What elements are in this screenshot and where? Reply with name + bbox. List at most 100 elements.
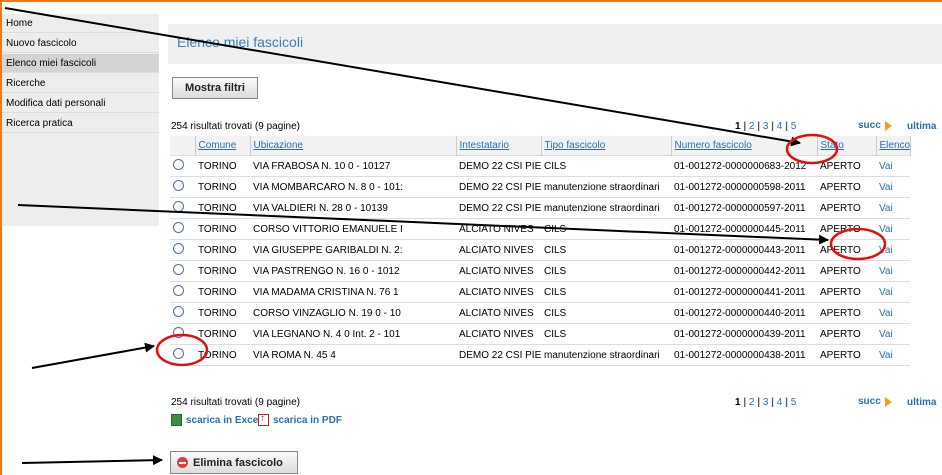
sidebar-item-my-files[interactable]: Elenco miei fascicoli bbox=[2, 54, 159, 73]
cell-comune: TORINO bbox=[195, 176, 250, 198]
view-instances-link[interactable]: Vai bbox=[879, 203, 893, 214]
column-header-tipo-fascicolo[interactable]: Tipo fascicolo bbox=[541, 136, 672, 156]
excel-icon bbox=[171, 414, 182, 426]
cell-elenco-istanze: Vai bbox=[876, 260, 910, 282]
cell-intestatario: ALCIATO NIVES bbox=[456, 323, 541, 345]
column-header-elenco-istanze[interactable]: Elenco istan bbox=[876, 136, 911, 156]
cell-ubicazione: VIA VALDIERI N. 28 0 - 10139 bbox=[250, 197, 456, 219]
pdf-icon bbox=[258, 413, 269, 426]
select-cell bbox=[170, 323, 195, 345]
last-page-link[interactable]: ultima bbox=[907, 121, 936, 132]
sidebar-item-searches[interactable]: Ricerche bbox=[2, 74, 159, 93]
row-select-radio[interactable] bbox=[173, 243, 184, 254]
row-select-radio[interactable] bbox=[173, 222, 184, 233]
view-instances-link[interactable]: Vai bbox=[879, 245, 893, 256]
page-link[interactable]: 2 bbox=[749, 121, 755, 132]
delete-file-button[interactable]: Elimina fascicolo bbox=[170, 451, 298, 474]
download-pdf-link[interactable]: scarica in PDF bbox=[258, 413, 342, 426]
table-row[interactable]: TORINO CORSO VITTORIO EMANUELE I ALCIATO N… bbox=[170, 218, 910, 240]
row-select-radio[interactable] bbox=[173, 348, 184, 359]
sidebar-item-home[interactable]: Home bbox=[2, 14, 159, 33]
row-select-radio[interactable] bbox=[173, 201, 184, 212]
cell-elenco-istanze: Vai bbox=[876, 197, 910, 219]
page-link[interactable]: 4 bbox=[777, 121, 783, 132]
cell-comune: TORINO bbox=[195, 323, 250, 345]
view-instances-link[interactable]: Vai bbox=[879, 161, 893, 172]
table-row[interactable]: TORINO VIA FRABOSA N. 10 0 - 10127 DEMO 22… bbox=[170, 155, 910, 177]
cell-stato: APERTO bbox=[817, 197, 876, 219]
row-select-radio[interactable] bbox=[173, 264, 184, 275]
column-header-numero-fascicolo[interactable]: Numero fascicolo bbox=[671, 136, 818, 156]
page-link[interactable]: 2 bbox=[749, 397, 755, 408]
sidebar-item-new-file[interactable]: Nuovo fascicolo bbox=[2, 34, 159, 53]
cell-ubicazione: VIA MOMBARCARO N. 8 0 - 101: bbox=[250, 176, 456, 198]
cell-elenco-istanze: Vai bbox=[876, 218, 910, 240]
table-row[interactable]: TORINO VIA MOMBARCARO N. 8 0 - 101: DEMO 2… bbox=[170, 176, 910, 198]
show-filters-button[interactable]: Mostra filtri bbox=[172, 77, 258, 99]
view-instances-link[interactable]: Vai bbox=[879, 266, 893, 277]
column-header-intestatario[interactable]: Intestatario bbox=[456, 136, 542, 156]
view-instances-link[interactable]: Vai bbox=[879, 350, 893, 361]
table-row[interactable]: TORINO VIA MADAMA CRISTINA N. 76 1 ALCIATO… bbox=[170, 281, 910, 303]
download-excel-link[interactable]: scarica in Excel bbox=[171, 414, 261, 426]
row-select-radio[interactable] bbox=[173, 327, 184, 338]
cell-numero-fascicolo: 01-001272-0000000438-2011 bbox=[671, 344, 817, 366]
sidebar-item-edit-profile[interactable]: Modifica dati personali bbox=[2, 94, 159, 113]
cell-elenco-istanze: Vai bbox=[876, 176, 910, 198]
table-row[interactable]: TORINO VIA VALDIERI N. 28 0 - 10139 DEMO 2… bbox=[170, 197, 910, 219]
table-row[interactable]: TORINO CORSO VINZAGLIO N. 19 0 - 10 ALCIAT… bbox=[170, 302, 910, 324]
cell-numero-fascicolo: 01-001272-0000000443-2011 bbox=[671, 239, 817, 261]
cell-numero-fascicolo: 01-001272-0000000597-2011 bbox=[671, 197, 817, 219]
page-link[interactable]: 3 bbox=[763, 397, 769, 408]
cell-stato: APERTO bbox=[817, 239, 876, 261]
select-cell bbox=[170, 281, 195, 303]
row-select-radio[interactable] bbox=[173, 285, 184, 296]
next-label: succ bbox=[858, 120, 881, 131]
view-instances-link[interactable]: Vai bbox=[879, 287, 893, 298]
cell-stato: APERTO bbox=[817, 281, 876, 303]
page-link[interactable]: 1 bbox=[735, 121, 741, 132]
row-select-radio[interactable] bbox=[173, 159, 184, 170]
table-row[interactable]: TORINO VIA GIUSEPPE GARIBALDI N. 2: ALCIAT… bbox=[170, 239, 910, 261]
cell-intestatario: DEMO 22 CSI PIEM bbox=[456, 344, 541, 366]
page-link[interactable]: 3 bbox=[763, 121, 769, 132]
select-cell bbox=[170, 302, 195, 324]
row-select-radio[interactable] bbox=[173, 306, 184, 317]
table-row[interactable]: TORINO VIA LEGNANO N. 4 0 Int. 2 - 101 ALC… bbox=[170, 323, 910, 345]
table-row[interactable]: TORINO VIA ROMA N. 45 4 DEMO 22 CSI PIEM ma… bbox=[170, 344, 910, 366]
column-header-ubicazione[interactable]: Ubicazione bbox=[250, 136, 457, 156]
last-page-link-bottom[interactable]: ultima bbox=[907, 397, 936, 408]
cell-ubicazione: CORSO VITTORIO EMANUELE I bbox=[250, 218, 456, 240]
cell-comune: TORINO bbox=[195, 218, 250, 240]
download-excel-label: scarica in Excel bbox=[186, 414, 262, 426]
cell-stato: APERTO bbox=[817, 344, 876, 366]
next-page-link[interactable]: succ bbox=[858, 120, 892, 131]
cell-numero-fascicolo: 01-001272-0000000445-2011 bbox=[671, 218, 817, 240]
next-page-link-bottom[interactable]: succ bbox=[858, 396, 892, 407]
page-link[interactable]: 5 bbox=[791, 121, 797, 132]
column-header-stato[interactable]: Stato bbox=[817, 136, 877, 156]
cell-intestatario: ALCIATO NIVES bbox=[456, 302, 541, 324]
cell-numero-fascicolo: 01-001272-0000000683-2012 bbox=[671, 155, 817, 177]
cell-tipo-fascicolo: CILS bbox=[541, 239, 671, 261]
cell-numero-fascicolo: 01-001272-0000000439-2011 bbox=[671, 323, 817, 345]
cell-comune: TORINO bbox=[195, 197, 250, 219]
view-instances-link[interactable]: Vai bbox=[879, 308, 893, 319]
select-cell bbox=[170, 260, 195, 282]
cell-ubicazione: CORSO VINZAGLIO N. 19 0 - 10 bbox=[250, 302, 456, 324]
table-row[interactable]: TORINO VIA PASTRENGO N. 16 0 - 1012 ALCIAT… bbox=[170, 260, 910, 282]
select-cell bbox=[170, 155, 195, 177]
sidebar-item-search-practice[interactable]: Ricerca pratica bbox=[2, 114, 159, 133]
column-header-comune[interactable]: Comune bbox=[195, 136, 251, 156]
page-title: Elenco miei fascicoli bbox=[177, 34, 304, 50]
page-link[interactable]: 4 bbox=[777, 397, 783, 408]
cell-numero-fascicolo: 01-001272-0000000442-2011 bbox=[671, 260, 817, 282]
page-link[interactable]: 1 bbox=[735, 397, 741, 408]
cell-elenco-istanze: Vai bbox=[876, 155, 910, 177]
row-select-radio[interactable] bbox=[173, 180, 184, 191]
cell-stato: APERTO bbox=[817, 260, 876, 282]
view-instances-link[interactable]: Vai bbox=[879, 182, 893, 193]
view-instances-link[interactable]: Vai bbox=[879, 329, 893, 340]
view-instances-link[interactable]: Vai bbox=[879, 224, 893, 235]
page-link[interactable]: 5 bbox=[791, 397, 797, 408]
